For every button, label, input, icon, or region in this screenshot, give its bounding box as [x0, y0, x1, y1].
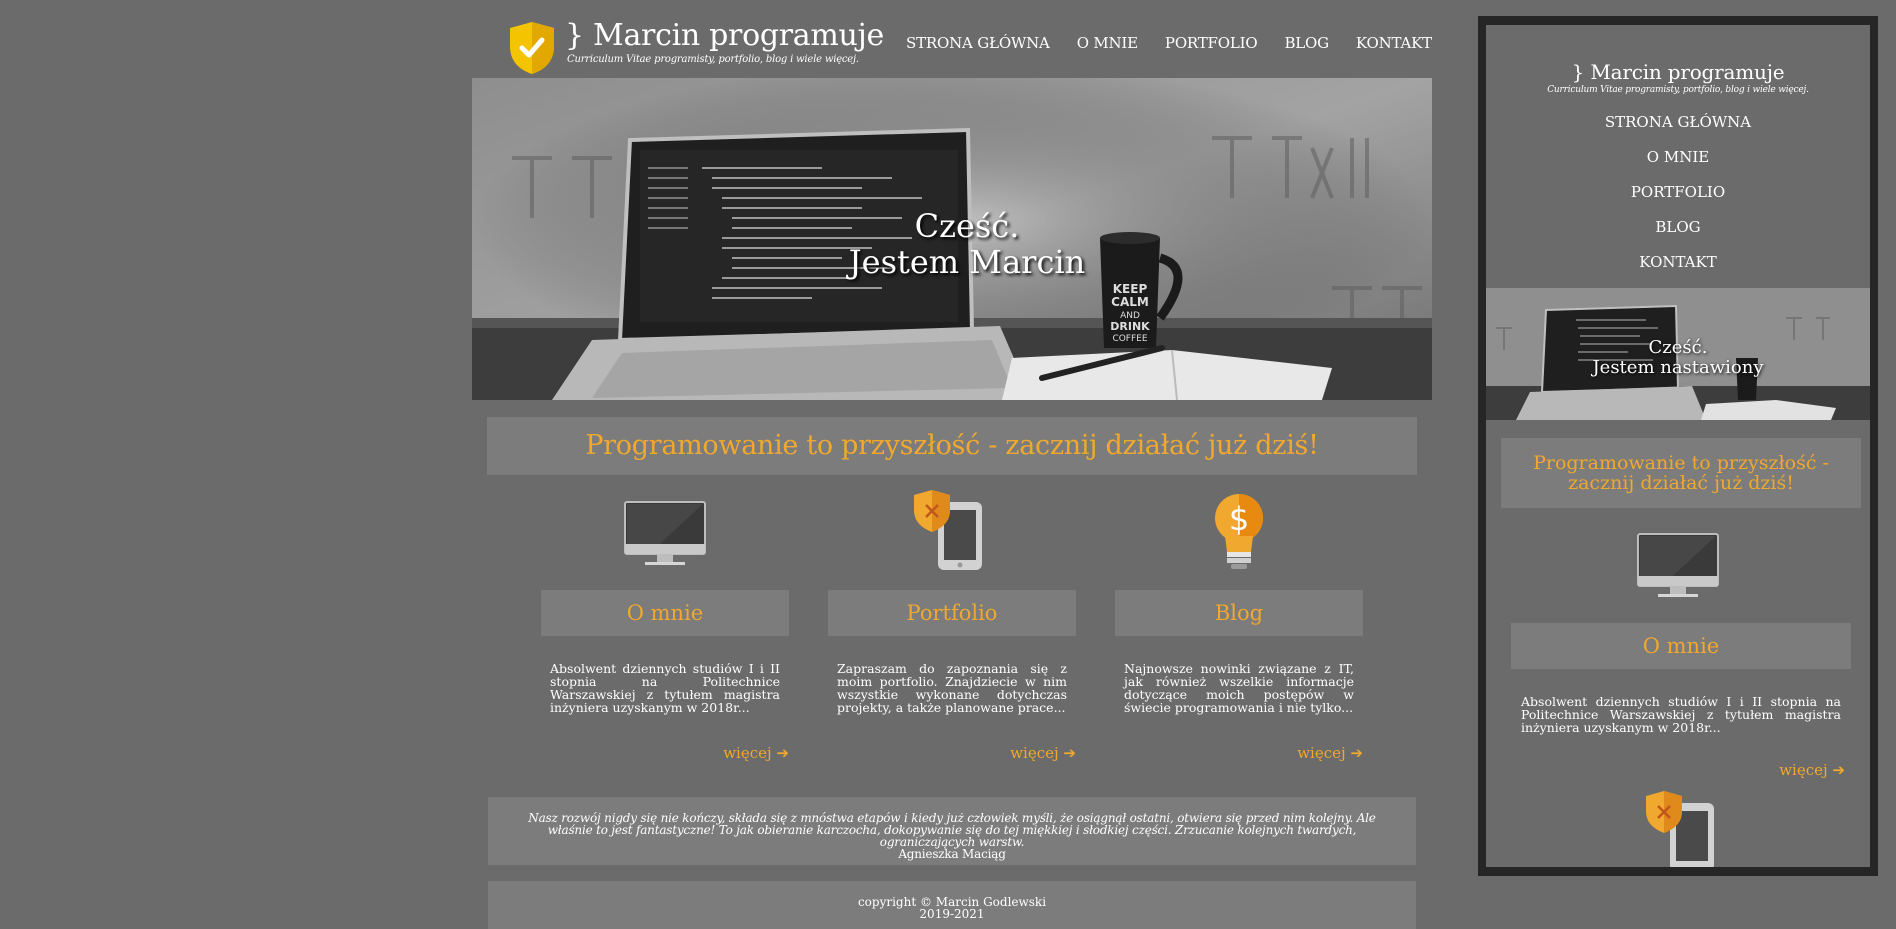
nav-about[interactable]: O MNIE: [1077, 33, 1138, 53]
monitor-icon: [624, 501, 706, 565]
nav-home[interactable]: STRONA GŁÓWNA: [906, 33, 1050, 53]
svg-text:CALM: CALM: [1111, 295, 1149, 309]
main-column: } Marcin programuje Curriculum Vitae pro…: [472, 0, 1432, 929]
mobile-hero-line-2: Jestem nastawiony: [1592, 357, 1764, 378]
quote-text: Nasz rozwój nigdy się nie kończy, składa…: [528, 811, 1376, 849]
nav-blog[interactable]: BLOG: [1284, 33, 1329, 53]
svg-text:DRINK: DRINK: [1110, 320, 1150, 333]
nav-portfolio[interactable]: PORTFOLIO: [1165, 33, 1258, 53]
mobile-section-about-text: Absolwent dziennych studiów I i II stopn…: [1521, 694, 1841, 735]
mobile-site-title[interactable]: } Marcin programuje: [1486, 60, 1870, 84]
mobile-nav-about[interactable]: O MNIE: [1486, 140, 1870, 175]
hero-banner: KEEP CALM AND DRINK COFFEE Cześć. Jestem…: [472, 78, 1432, 400]
lightbulb-dollar-icon: $: [1215, 494, 1263, 569]
section-blog-text: Najnowsze nowinki związane z IT, jak rów…: [1124, 661, 1354, 715]
mobile-hero-banner: Cześć. Jestem nastawiony: [1486, 288, 1870, 420]
mobile-section-about-more-link[interactable]: więcej ➔: [1779, 761, 1845, 779]
hero-line-2: Jestem Marcin: [848, 243, 1086, 281]
section-blog-more-link[interactable]: więcej ➔: [1297, 744, 1363, 762]
site-subtitle: Curriculum Vitae programisty, portfolio,…: [567, 54, 859, 65]
svg-text:$: $: [1229, 500, 1249, 538]
section-blog-title[interactable]: Blog: [1115, 590, 1363, 636]
quote-author: Agnieszka Maciąg: [898, 847, 1006, 861]
mobile-monitor-icon: [1637, 533, 1719, 597]
mobile-hero-line-1: Cześć.: [1648, 337, 1708, 358]
mobile-nav-portfolio[interactable]: PORTFOLIO: [1486, 175, 1870, 210]
mobile-nav-blog[interactable]: BLOG: [1486, 210, 1870, 245]
mobile-section-about-title[interactable]: O mnie: [1511, 623, 1851, 669]
shield-check-logo-icon[interactable]: [508, 20, 556, 76]
svg-text:KEEP: KEEP: [1113, 282, 1148, 296]
tagline-banner: Programowanie to przyszłość - zacznij dz…: [487, 417, 1417, 475]
main-nav: STRONA GŁÓWNA O MNIE PORTFOLIO BLOG KONT…: [906, 33, 1459, 53]
section-portfolio-text: Zapraszam do zapoznania się z moim portf…: [837, 661, 1067, 715]
section-about-text: Absolwent dziennych studiów I i II stopn…: [550, 661, 780, 715]
hero-line-1: Cześć.: [914, 207, 1020, 245]
hero-greeting: Cześć. Jestem Marcin: [472, 208, 1432, 280]
page: } Marcin programuje Curriculum Vitae pro…: [0, 0, 1896, 929]
footer: copyright © Marcin Godlewski 2019-2021: [488, 881, 1416, 929]
mobile-site-subtitle: Curriculum Vitae programisty, portfolio,…: [1547, 85, 1809, 95]
mobile-tagline-banner: Programowanie to przyszłość - zacznij dz…: [1501, 438, 1861, 508]
header: } Marcin programuje Curriculum Vitae pro…: [472, 0, 1432, 78]
nav-contact[interactable]: KONTAKT: [1356, 33, 1432, 53]
mobile-nav-contact[interactable]: KONTAKT: [1486, 245, 1870, 280]
mobile-nav-home[interactable]: STRONA GŁÓWNA: [1486, 105, 1870, 140]
mobile-phone-shield-icon: [1646, 791, 1714, 867]
mobile-nav: STRONA GŁÓWNA O MNIE PORTFOLIO BLOG KONT…: [1486, 105, 1870, 280]
footer-years: 2019-2021: [919, 907, 985, 921]
mobile-hero-greeting: Cześć. Jestem nastawiony: [1486, 338, 1870, 378]
svg-text:COFFEE: COFFEE: [1112, 334, 1147, 344]
section-portfolio-title[interactable]: Portfolio: [828, 590, 1076, 636]
section-about-title[interactable]: O mnie: [541, 590, 789, 636]
mobile-preview-frame: } Marcin programuje Curriculum Vitae pro…: [1478, 16, 1878, 876]
site-title[interactable]: } Marcin programuje: [565, 18, 884, 54]
phone-shield-icon: [914, 490, 982, 570]
mobile-preview-viewport[interactable]: } Marcin programuje Curriculum Vitae pro…: [1486, 25, 1870, 867]
quote-box: Nasz rozwój nigdy się nie kończy, składa…: [488, 797, 1416, 865]
section-portfolio-more-link[interactable]: więcej ➔: [1010, 744, 1076, 762]
section-about-more-link[interactable]: więcej ➔: [723, 744, 789, 762]
